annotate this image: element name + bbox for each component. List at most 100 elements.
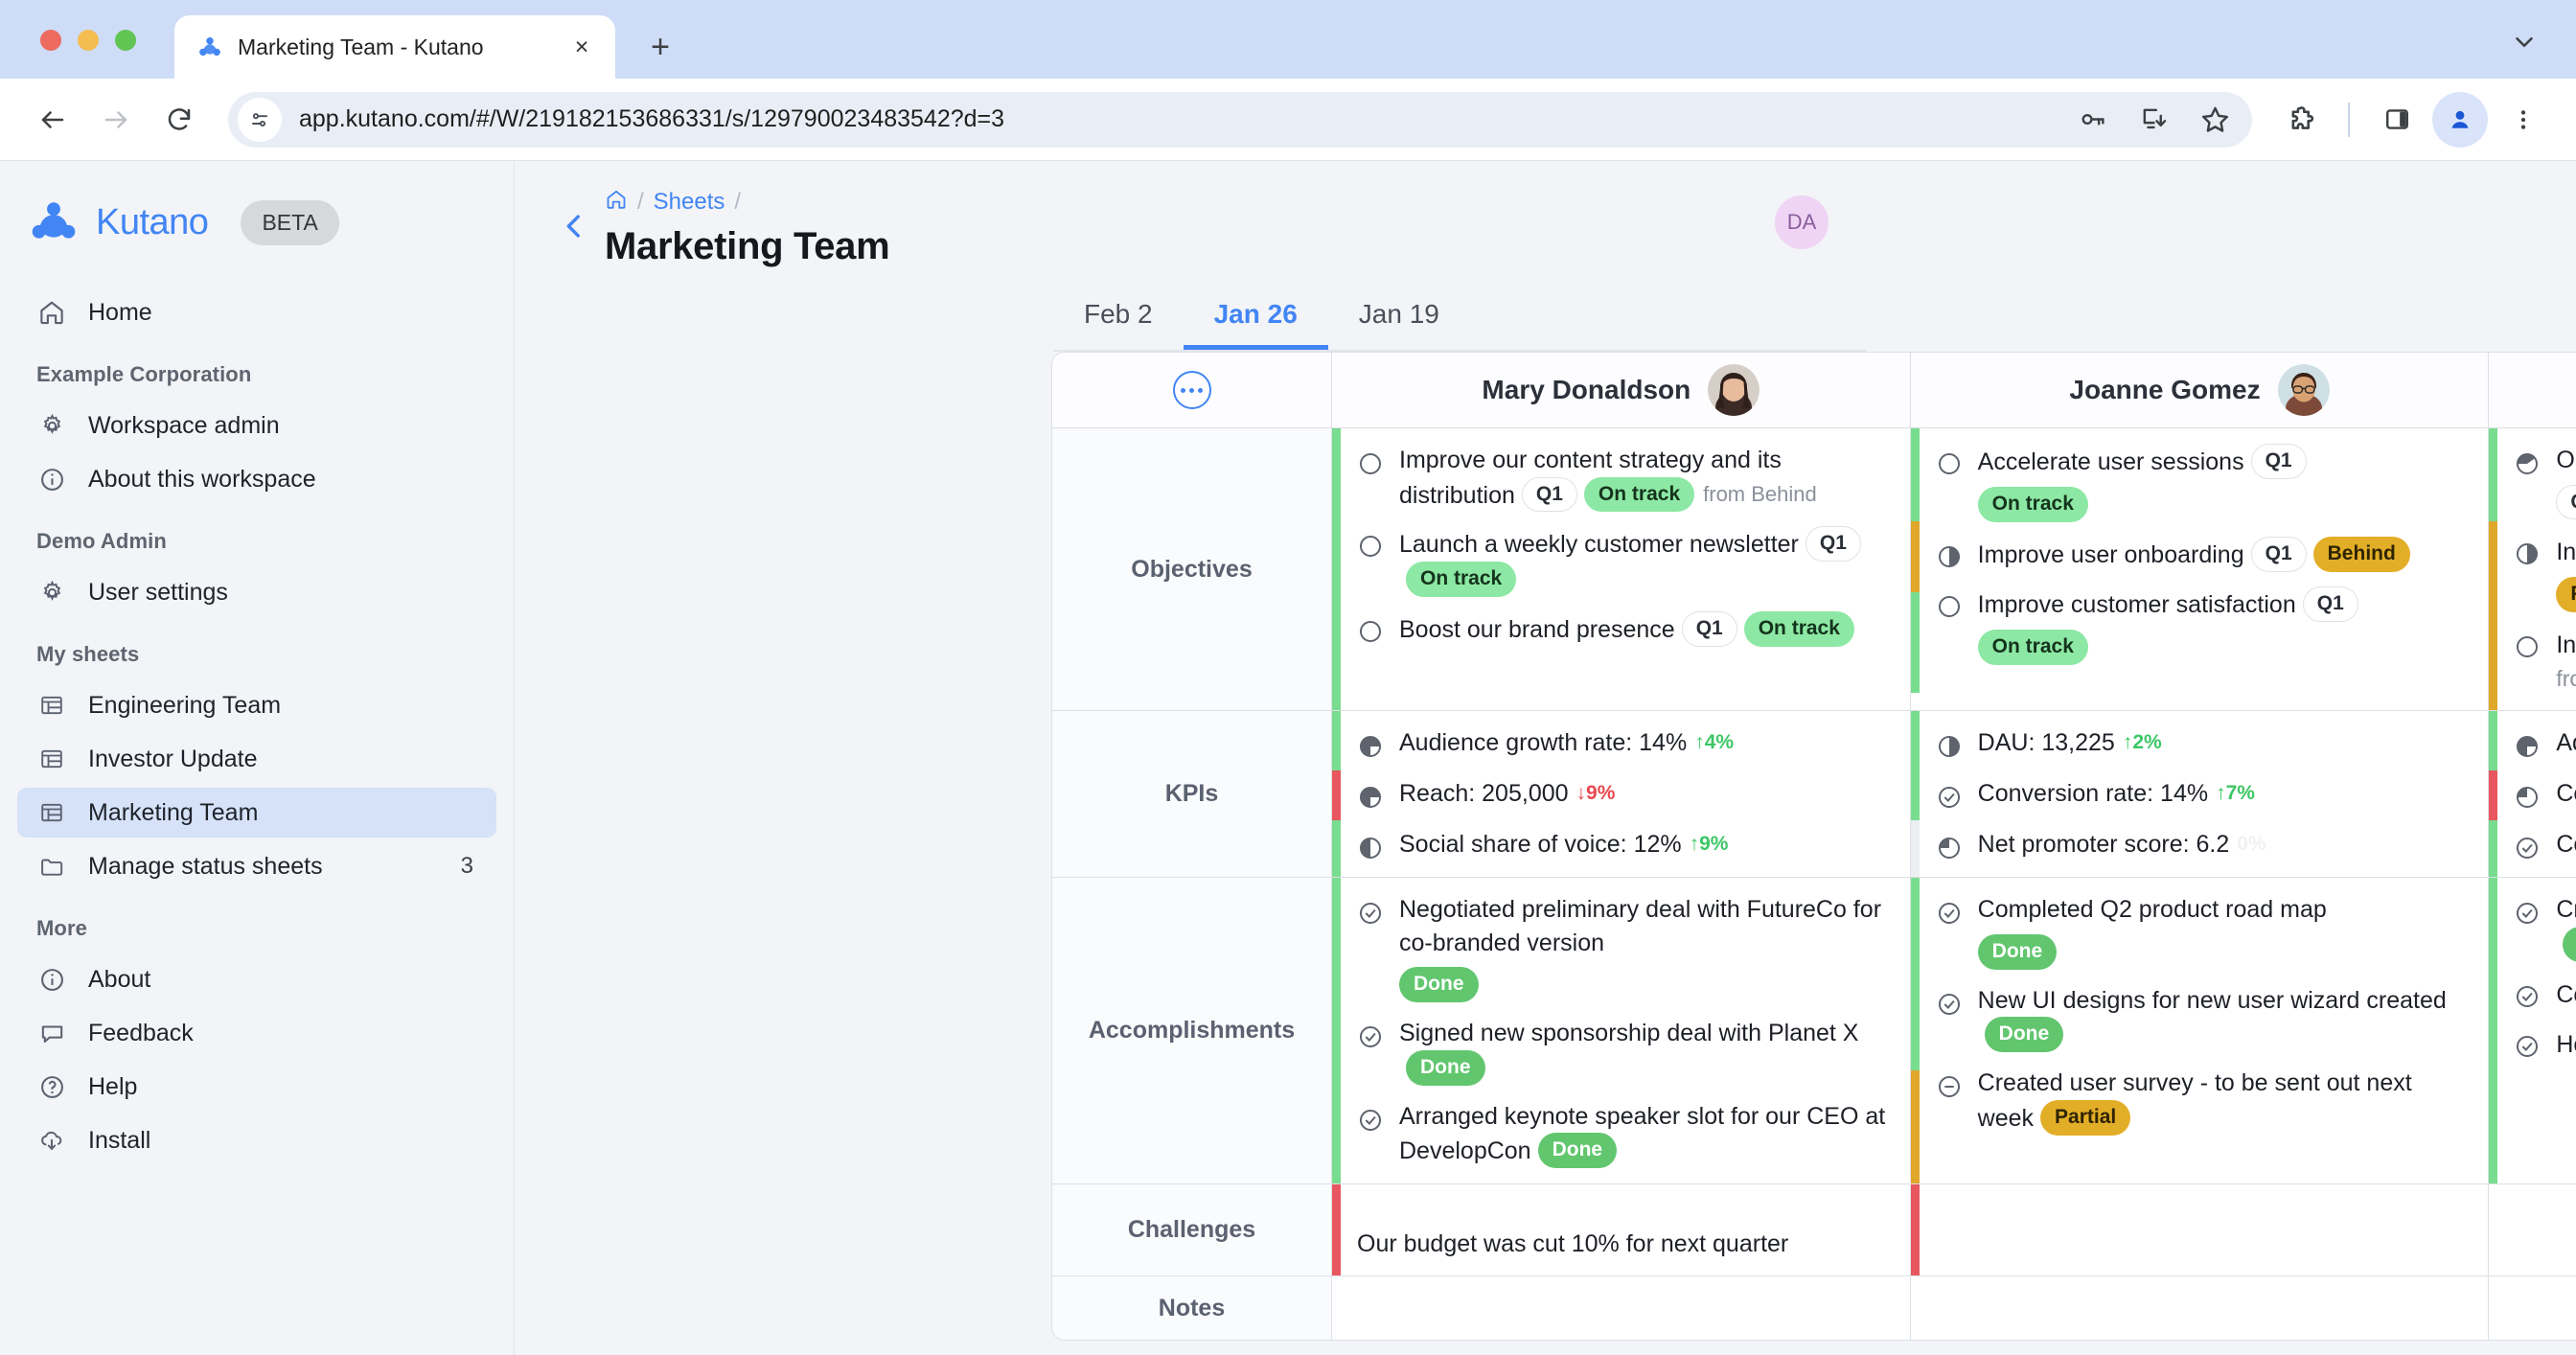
list-item[interactable]: Ad cost: $47,500↑12% — [2514, 726, 2576, 760]
list-item[interactable]: Created user survey - to be sent out nex… — [1936, 1067, 2470, 1136]
chevron-down-icon[interactable] — [2501, 19, 2547, 65]
list-item[interactable]: Boost our brand presence Q1 On track — [1357, 611, 1891, 648]
sidebar-item-marketing-team[interactable]: Marketing Team — [17, 788, 496, 838]
maximize-window-button[interactable] — [115, 30, 136, 51]
objective-text: Increase first-time customers — [2556, 539, 2576, 566]
list-item[interactable]: Audience growth rate: 14% ↑4% — [1357, 726, 1891, 760]
reload-icon[interactable] — [151, 92, 207, 148]
list-item[interactable]: Signed new sponsorship deal with Planet … — [1357, 1017, 1891, 1086]
list-item[interactable]: Improve our content strategy and its dis… — [1357, 444, 1891, 513]
kpis-cell-robert[interactable]: Ad cost: $47,500↑12% Cost per conversion… — [2489, 711, 2576, 878]
list-item[interactable]: New UI designs for new user wizard creat… — [1936, 984, 2470, 1053]
sidebar-item-engineering-team[interactable]: Engineering Team — [17, 680, 496, 730]
minimize-window-button[interactable] — [78, 30, 99, 51]
accomplishment-text: Created planning document for trade show — [2556, 896, 2576, 924]
objectives-cell-mary[interactable]: Improve our content strategy and its dis… — [1332, 428, 1911, 711]
close-window-button[interactable] — [40, 30, 61, 51]
accomplishment-list: Completed Q2 product road map Done New UI… — [1936, 893, 2470, 1136]
folder-icon — [36, 851, 67, 882]
sidebar-item-about[interactable]: About — [17, 954, 496, 1004]
status-badge: On track — [1583, 476, 1695, 513]
objectives-cell-robert[interactable]: Optimize inbound marketing pipelineQ1On … — [2489, 428, 2576, 711]
avatar[interactable]: DA — [1775, 195, 1828, 249]
accomplishments-cell-mary[interactable]: Negotiated preliminary deal with FutureC… — [1332, 878, 1911, 1184]
list-item[interactable]: Reach: 205,000 ↓9% — [1357, 777, 1891, 811]
list-item[interactable]: Launch a weekly customer newsletter Q1 On … — [1357, 526, 1891, 598]
sidebar-item-home[interactable]: Home — [17, 287, 496, 337]
side-panel-icon[interactable] — [2369, 92, 2425, 148]
list-item[interactable]: Negotiated preliminary deal with FutureC… — [1357, 893, 1891, 1003]
sidebar-item-manage-status-sheets[interactable]: Manage status sheets 3 — [17, 841, 496, 891]
challenges-cell-mary[interactable]: Our budget was cut 10% for next quarter — [1332, 1184, 1911, 1276]
kpi-delta: ↑4% — [1694, 731, 1735, 754]
home-icon[interactable] — [605, 188, 628, 218]
tab-jan-26[interactable]: Jan 26 — [1183, 291, 1328, 350]
list-item[interactable]: Accelerate user sessions Q1 On track — [1936, 444, 2470, 522]
notes-cell-mary[interactable] — [1332, 1276, 1911, 1341]
person-name: Joanne Gomez — [2069, 375, 2261, 404]
status-stripe — [2489, 878, 2498, 1184]
more-options-icon[interactable] — [1172, 371, 1211, 409]
list-item[interactable]: DAU: 13,225 ↑2% — [1936, 726, 2470, 760]
chevron-left-icon[interactable] — [553, 197, 595, 255]
tab-jan-19[interactable]: Jan 19 — [1328, 291, 1470, 350]
list-item[interactable]: Cost per conversion: $32.60↓2% — [2514, 777, 2576, 811]
profile-avatar-icon[interactable] — [2432, 91, 2488, 148]
accomplishments-cell-joanne[interactable]: Completed Q2 product road map Done New UI… — [1910, 878, 2490, 1184]
list-item[interactable]: Completed Q2 Ad calendarDone — [2514, 976, 2576, 1012]
sidebar-item-about-workspace[interactable]: About this workspace — [17, 454, 496, 504]
list-item[interactable]: Hosted 2 CEO seminarsDone — [2514, 1026, 2576, 1062]
row-label-notes: Notes — [1052, 1276, 1332, 1341]
list-item[interactable]: Created planning document for trade show… — [2514, 893, 2576, 962]
list-item[interactable]: Social share of voice: 12% ↑9% — [1357, 828, 1891, 861]
list-item[interactable]: Increase ad effectivenessQ1Behindfrom At… — [2514, 627, 2576, 695]
accomplishment-text: Hosted 2 CEO seminars — [2556, 1030, 2576, 1058]
avatar[interactable] — [1708, 364, 1760, 416]
list-item[interactable]: Improve user onboarding Q1 Behind — [1936, 536, 2470, 572]
sidebar-item-user-settings[interactable]: User settings — [17, 567, 496, 617]
forward-arrow-icon[interactable] — [88, 92, 144, 148]
kpis-cell-joanne[interactable]: DAU: 13,225 ↑2% Conversion rate: 14% ↑7% N… — [1910, 711, 2490, 878]
accomplishments-cell-robert[interactable]: Created planning document for trade show… — [2489, 878, 2576, 1184]
notes-cell-joanne[interactable] — [1911, 1276, 2490, 1341]
three-dot-menu-icon[interactable] — [2496, 92, 2551, 148]
list-item[interactable]: Net promoter score: 6.2 0% — [1936, 828, 2470, 861]
list-item[interactable]: Improve customer satisfaction Q1 On track — [1936, 586, 2470, 665]
list-item[interactable]: Completed Q2 product road map Done — [1936, 893, 2470, 970]
notes-cell-robert[interactable] — [2489, 1276, 2576, 1340]
list-item[interactable]: Conversion rate: 14% ↑7% — [1936, 777, 2470, 811]
sidebar-item-workspace-admin[interactable]: Workspace admin — [17, 401, 496, 450]
puzzle-piece-icon[interactable] — [2273, 92, 2329, 148]
check-circle-icon — [1936, 900, 1963, 927]
accomplishment-text: New UI designs for new user wizard creat… — [1977, 986, 2447, 1014]
avatar[interactable] — [2277, 364, 2330, 416]
circle-half-icon — [1936, 543, 1963, 570]
objectives-cell-joanne[interactable]: Accelerate user sessions Q1 On track Impro… — [1910, 428, 2490, 711]
list-item[interactable]: Increase first-time customersQ1Partial — [2514, 534, 2576, 613]
sidebar-item-help[interactable]: Help — [17, 1062, 496, 1112]
install-app-icon[interactable] — [2126, 92, 2181, 148]
address-bar[interactable]: app.kutano.com/#/W/219182153686331/s/129… — [228, 91, 2252, 148]
list-item[interactable]: Arranged keynote speaker slot for our CE… — [1357, 1100, 1891, 1169]
close-icon[interactable]: × — [565, 31, 598, 63]
window-traffic-lights — [40, 30, 136, 51]
breadcrumb-sheets-link[interactable]: Sheets — [654, 189, 725, 216]
site-settings-icon[interactable] — [238, 97, 282, 142]
sidebar-item-feedback[interactable]: Feedback — [17, 1008, 496, 1058]
sidebar-item-install[interactable]: Install — [17, 1115, 496, 1165]
accomplishment-list: Created planning document for trade show… — [2514, 893, 2576, 1061]
list-item[interactable]: Optimize inbound marketing pipelineQ1On … — [2514, 444, 2576, 520]
back-arrow-icon[interactable] — [25, 92, 80, 148]
sidebar-item-investor-update[interactable]: Investor Update — [17, 734, 496, 784]
kpis-cell-mary[interactable]: Audience growth rate: 14% ↑4% Reach: 205,… — [1332, 711, 1911, 878]
list-item[interactable]: Conversion rate: 13%↑10% — [2514, 828, 2576, 861]
browser-tab[interactable]: Marketing Team - Kutano × — [174, 15, 615, 79]
sidebar-section-title: More — [36, 916, 87, 940]
tab-feb-2[interactable]: Feb 2 — [1053, 291, 1184, 350]
key-icon[interactable] — [2064, 92, 2120, 148]
challenges-cell-joanne[interactable] — [1910, 1184, 2490, 1276]
brand[interactable]: Kutano BETA — [0, 186, 514, 259]
challenges-cell-robert[interactable] — [2489, 1184, 2576, 1275]
star-icon[interactable] — [2187, 92, 2242, 148]
new-tab-button[interactable]: + — [636, 23, 684, 71]
